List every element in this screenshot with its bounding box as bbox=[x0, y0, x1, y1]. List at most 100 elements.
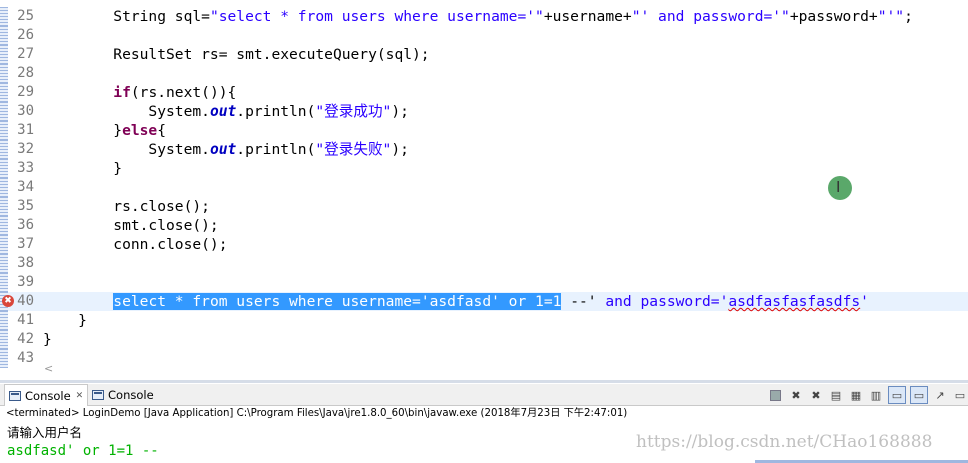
code-line[interactable]: 26 bbox=[0, 26, 968, 45]
code-token: ResultSet rs= smt.executeQuery(sql); bbox=[43, 46, 430, 63]
code-line[interactable]: 35 rs.close(); bbox=[0, 197, 968, 216]
code-text[interactable]: } bbox=[43, 311, 87, 330]
line-number: 32 bbox=[17, 141, 34, 157]
code-line[interactable]: 43 bbox=[0, 349, 968, 368]
line-number: 30 bbox=[17, 103, 34, 119]
code-line[interactable]: 31 }else{ bbox=[0, 121, 968, 140]
code-line[interactable]: 39 bbox=[0, 273, 968, 292]
line-number: 25 bbox=[17, 8, 34, 24]
tab-label: Console bbox=[25, 388, 71, 403]
code-token: "select * from users where username='" bbox=[209, 8, 544, 25]
code-token: out bbox=[209, 103, 237, 120]
code-line[interactable]: 29 if(rs.next()){ bbox=[0, 83, 968, 102]
code-line[interactable]: 38 bbox=[0, 254, 968, 273]
code-text[interactable]: select * from users where username='asdf… bbox=[43, 292, 869, 311]
open-console-icon[interactable]: ▭ bbox=[910, 386, 928, 404]
code-line[interactable]: 34 bbox=[0, 178, 968, 197]
line-number: 26 bbox=[17, 27, 34, 43]
code-text[interactable]: String sql="select * from users where us… bbox=[43, 7, 913, 26]
line-number: 43 bbox=[17, 350, 34, 366]
code-line[interactable]: 41 } bbox=[0, 311, 968, 330]
code-token: "登录失败" bbox=[315, 141, 392, 158]
code-text[interactable]: }else{ bbox=[43, 121, 166, 140]
code-line[interactable]: 28 bbox=[0, 64, 968, 83]
code-token: asdfasfasfasdfs bbox=[728, 293, 861, 310]
line-number: 31 bbox=[17, 122, 34, 138]
remove-launch-icon[interactable]: ✖ bbox=[788, 387, 804, 403]
code-token: .println( bbox=[236, 103, 316, 120]
code-token: .println( bbox=[236, 141, 316, 158]
code-token: } bbox=[43, 122, 123, 139]
code-text[interactable]: System.out.println("登录失败"); bbox=[43, 140, 409, 159]
watermark: https://blog.csdn.net/CHao168888 bbox=[636, 432, 933, 452]
code-text[interactable]: } bbox=[43, 159, 122, 178]
show-on-output-icon[interactable]: ▦ bbox=[848, 387, 864, 403]
code-token: select * from users where username='asdf… bbox=[113, 293, 562, 310]
line-number: 36 bbox=[17, 217, 34, 233]
ruler-marker bbox=[0, 197, 8, 216]
console-icon bbox=[92, 389, 104, 400]
panel-divider[interactable] bbox=[0, 380, 968, 383]
code-line[interactable]: 32 System.out.println("登录失败"); bbox=[0, 140, 968, 159]
line-number: 33 bbox=[17, 160, 34, 176]
scroll-left-indicator[interactable]: < bbox=[44, 362, 53, 375]
code-token: +password+ bbox=[789, 8, 878, 25]
ruler-marker bbox=[0, 102, 8, 121]
line-number: 28 bbox=[17, 65, 34, 81]
tab-console-second[interactable]: Console bbox=[92, 384, 154, 405]
code-line[interactable]: 37 conn.close(); bbox=[0, 235, 968, 254]
ruler-marker bbox=[0, 254, 8, 273]
pin-console-icon[interactable]: ↗ bbox=[932, 387, 948, 403]
ruler-marker bbox=[0, 159, 8, 178]
remove-all-icon[interactable]: ✖ bbox=[808, 387, 824, 403]
code-token: } bbox=[43, 312, 87, 329]
close-icon[interactable]: ✕ bbox=[76, 391, 84, 401]
line-number: 37 bbox=[17, 236, 34, 252]
line-number: 42 bbox=[17, 331, 34, 347]
code-line[interactable]: 42} bbox=[0, 330, 968, 349]
text-cursor-icon: I bbox=[836, 178, 841, 196]
code-token: rs.close(); bbox=[43, 198, 210, 215]
line-number: 35 bbox=[17, 198, 34, 214]
line-number: 40 bbox=[17, 293, 34, 309]
code-token: (rs.next()){ bbox=[130, 84, 237, 101]
ruler-marker bbox=[0, 235, 8, 254]
code-token: conn.close(); bbox=[43, 236, 228, 253]
console-status: <terminated> LoginDemo [Java Application… bbox=[6, 408, 628, 419]
code-text[interactable]: ResultSet rs= smt.executeQuery(sql); bbox=[43, 45, 430, 64]
scroll-lock-icon[interactable]: ▤ bbox=[828, 387, 844, 403]
code-line[interactable]: 30 System.out.println("登录成功"); bbox=[0, 102, 968, 121]
code-text[interactable]: conn.close(); bbox=[43, 235, 228, 254]
code-editor[interactable]: 25 String sql="select * from users where… bbox=[0, 0, 968, 380]
code-token: else bbox=[122, 122, 158, 139]
code-line[interactable]: 33 } bbox=[0, 159, 968, 178]
stop-icon[interactable] bbox=[770, 389, 781, 401]
display-selected-console-icon[interactable]: ▭ bbox=[888, 386, 906, 404]
code-text[interactable]: if(rs.next()){ bbox=[43, 83, 236, 102]
line-number: 29 bbox=[17, 84, 34, 100]
ruler-marker bbox=[0, 273, 8, 292]
code-text[interactable]: } bbox=[43, 330, 52, 349]
code-token: --' bbox=[561, 293, 597, 310]
line-number: 41 bbox=[17, 312, 34, 328]
code-text[interactable]: rs.close(); bbox=[43, 197, 210, 216]
code-line[interactable]: ✖ 40 select * from users where username='… bbox=[0, 292, 968, 311]
code-token: "登录成功" bbox=[315, 103, 392, 120]
code-line[interactable]: 25 String sql="select * from users where… bbox=[0, 7, 968, 26]
code-token: System. bbox=[43, 103, 210, 120]
ruler-marker bbox=[0, 330, 8, 349]
code-line[interactable]: 27 ResultSet rs= smt.executeQuery(sql); bbox=[0, 45, 968, 64]
word-wrap-icon[interactable]: ▥ bbox=[868, 387, 884, 403]
code-text[interactable]: System.out.println("登录成功"); bbox=[43, 102, 408, 121]
ruler-marker bbox=[0, 140, 8, 159]
tab-console-active[interactable]: Console ✕ bbox=[4, 384, 89, 406]
ruler-marker bbox=[0, 45, 8, 64]
code-text[interactable]: smt.close(); bbox=[43, 216, 218, 235]
code-token: ); bbox=[391, 141, 409, 158]
line-number: 38 bbox=[17, 255, 34, 271]
new-console-icon[interactable]: ▭ bbox=[952, 387, 968, 403]
code-line[interactable]: 36 smt.close(); bbox=[0, 216, 968, 235]
line-number: 34 bbox=[17, 179, 34, 195]
